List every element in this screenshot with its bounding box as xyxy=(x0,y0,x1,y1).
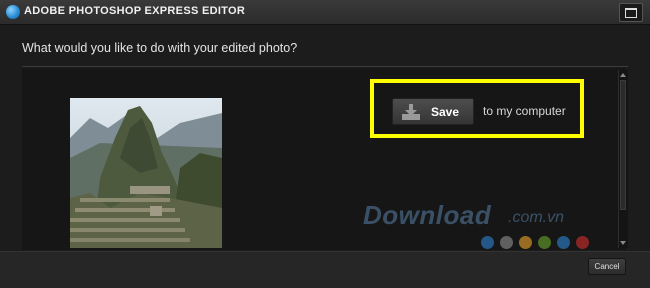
scroll-down-arrow-icon[interactable] xyxy=(620,241,626,245)
watermark-dot xyxy=(576,236,589,249)
window-title: ADOBE PHOTOSHOP EXPRESS EDITOR xyxy=(24,5,246,17)
watermark-dot xyxy=(519,236,532,249)
dialog-question: What would you like to do with your edit… xyxy=(22,41,298,55)
vertical-scrollbar[interactable] xyxy=(618,70,628,248)
maximize-button[interactable] xyxy=(619,3,643,22)
watermark-dot xyxy=(481,236,494,249)
scroll-up-arrow-icon[interactable] xyxy=(620,73,626,77)
title-bar: ADOBE PHOTOSHOP EXPRESS EDITOR xyxy=(0,0,650,25)
watermark-text: Download xyxy=(363,200,492,230)
download-icon xyxy=(402,104,420,120)
save-button[interactable]: Save xyxy=(392,98,474,125)
divider xyxy=(22,66,628,67)
mountain-landscape-photo xyxy=(70,98,222,248)
edited-photo-thumbnail xyxy=(70,98,222,248)
watermark-dot xyxy=(500,236,513,249)
save-button-label: Save xyxy=(431,105,460,119)
cancel-button[interactable]: Cancel xyxy=(588,258,626,275)
photoshop-express-icon xyxy=(6,5,20,19)
watermark-dot xyxy=(538,236,551,249)
watermark-dot xyxy=(557,236,570,249)
dialog-footer xyxy=(0,251,650,288)
watermark-suffix: .com.vn xyxy=(508,209,565,226)
maximize-icon xyxy=(625,8,637,18)
scrollbar-thumb[interactable] xyxy=(620,80,626,210)
save-destination-label: to my computer xyxy=(483,104,566,118)
